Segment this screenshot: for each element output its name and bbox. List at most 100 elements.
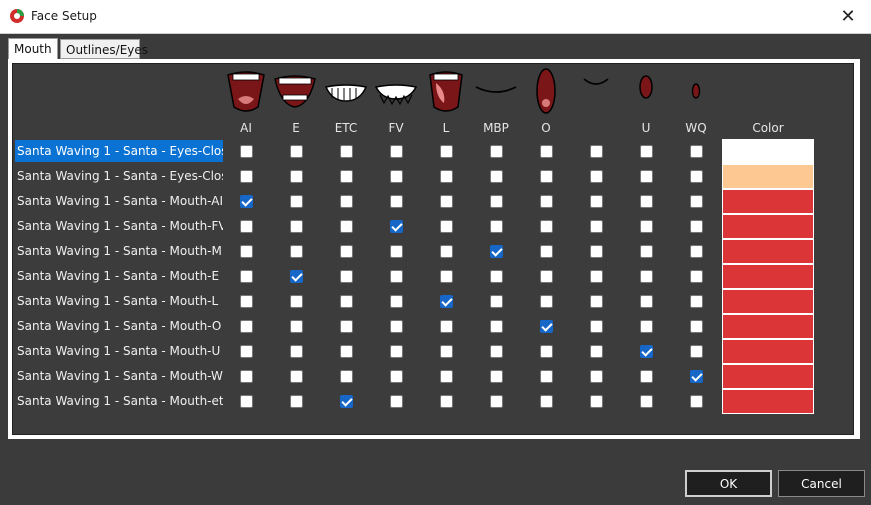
ok-button[interactable]: OK [685, 470, 772, 497]
phoneme-checkbox[interactable] [690, 320, 703, 333]
phoneme-checkbox[interactable] [290, 245, 303, 258]
phoneme-checkbox[interactable] [640, 245, 653, 258]
phoneme-checkbox[interactable] [340, 195, 353, 208]
phoneme-checkbox[interactable] [440, 320, 453, 333]
phoneme-checkbox[interactable] [640, 145, 653, 158]
phoneme-checkbox[interactable] [390, 195, 403, 208]
phoneme-checkbox[interactable] [490, 270, 503, 283]
color-swatch[interactable] [722, 264, 814, 289]
phoneme-checkbox[interactable] [290, 170, 303, 183]
phoneme-checkbox[interactable] [540, 345, 553, 358]
phoneme-checkbox[interactable] [340, 345, 353, 358]
phoneme-checkbox[interactable] [590, 370, 603, 383]
phoneme-checkbox[interactable] [690, 345, 703, 358]
phoneme-checkbox[interactable] [240, 345, 253, 358]
phoneme-checkbox[interactable] [640, 170, 653, 183]
color-swatch[interactable] [722, 289, 814, 314]
phoneme-checkbox[interactable] [390, 395, 403, 408]
phoneme-checkbox[interactable] [440, 270, 453, 283]
phoneme-checkbox[interactable] [290, 145, 303, 158]
color-swatch[interactable] [722, 164, 814, 189]
phoneme-checkbox[interactable] [690, 270, 703, 283]
phoneme-checkbox[interactable] [540, 245, 553, 258]
phoneme-checkbox[interactable] [690, 295, 703, 308]
phoneme-checkbox[interactable] [390, 245, 403, 258]
phoneme-checkbox[interactable] [240, 220, 253, 233]
phoneme-checkbox[interactable] [640, 295, 653, 308]
phoneme-checkbox[interactable] [390, 145, 403, 158]
phoneme-checkbox[interactable] [240, 320, 253, 333]
phoneme-checkbox[interactable] [390, 320, 403, 333]
phoneme-checkbox[interactable] [390, 270, 403, 283]
phoneme-checkbox[interactable] [590, 220, 603, 233]
row-label[interactable]: Santa Waving 1 - Santa - Eyes-Closed [15, 140, 223, 162]
phoneme-checkbox[interactable] [540, 270, 553, 283]
phoneme-checkbox[interactable] [690, 145, 703, 158]
row-label[interactable]: Santa Waving 1 - Santa - Mouth-L [15, 290, 223, 312]
phoneme-checkbox[interactable] [440, 170, 453, 183]
row-label[interactable]: Santa Waving 1 - Santa - Mouth-AI [15, 190, 223, 212]
phoneme-checkbox[interactable] [290, 195, 303, 208]
phoneme-checkbox[interactable] [640, 220, 653, 233]
phoneme-checkbox[interactable] [340, 220, 353, 233]
phoneme-checkbox[interactable] [540, 395, 553, 408]
phoneme-checkbox[interactable] [490, 345, 503, 358]
phoneme-checkbox[interactable] [440, 220, 453, 233]
phoneme-checkbox[interactable] [590, 395, 603, 408]
phoneme-checkbox[interactable] [240, 195, 253, 208]
phoneme-checkbox[interactable] [340, 370, 353, 383]
phoneme-checkbox[interactable] [690, 395, 703, 408]
phoneme-checkbox[interactable] [590, 145, 603, 158]
phoneme-checkbox[interactable] [240, 170, 253, 183]
phoneme-checkbox[interactable] [290, 270, 303, 283]
phoneme-checkbox[interactable] [690, 370, 703, 383]
phoneme-checkbox[interactable] [490, 295, 503, 308]
phoneme-checkbox[interactable] [290, 295, 303, 308]
phoneme-checkbox[interactable] [340, 145, 353, 158]
color-swatch[interactable] [722, 314, 814, 339]
phoneme-checkbox[interactable] [640, 370, 653, 383]
phoneme-checkbox[interactable] [640, 270, 653, 283]
row-label[interactable]: Santa Waving 1 - Santa - Mouth-FV [15, 215, 223, 237]
phoneme-checkbox[interactable] [590, 170, 603, 183]
phoneme-checkbox[interactable] [540, 320, 553, 333]
phoneme-checkbox[interactable] [390, 220, 403, 233]
phoneme-checkbox[interactable] [290, 320, 303, 333]
row-label[interactable]: Santa Waving 1 - Santa - Mouth-MBP [15, 240, 223, 262]
color-swatch[interactable] [722, 214, 814, 239]
color-swatch[interactable] [722, 364, 814, 389]
phoneme-checkbox[interactable] [640, 345, 653, 358]
phoneme-checkbox[interactable] [340, 395, 353, 408]
phoneme-checkbox[interactable] [440, 145, 453, 158]
phoneme-checkbox[interactable] [590, 245, 603, 258]
phoneme-checkbox[interactable] [240, 295, 253, 308]
phoneme-checkbox[interactable] [440, 245, 453, 258]
row-label[interactable]: Santa Waving 1 - Santa - Mouth-WQ [15, 365, 223, 387]
phoneme-checkbox[interactable] [440, 345, 453, 358]
phoneme-checkbox[interactable] [540, 195, 553, 208]
phoneme-checkbox[interactable] [340, 320, 353, 333]
phoneme-checkbox[interactable] [640, 320, 653, 333]
phoneme-checkbox[interactable] [440, 195, 453, 208]
phoneme-checkbox[interactable] [640, 195, 653, 208]
phoneme-checkbox[interactable] [540, 295, 553, 308]
phoneme-checkbox[interactable] [240, 270, 253, 283]
phoneme-checkbox[interactable] [240, 395, 253, 408]
phoneme-checkbox[interactable] [390, 370, 403, 383]
phoneme-checkbox[interactable] [490, 245, 503, 258]
phoneme-checkbox[interactable] [490, 195, 503, 208]
phoneme-checkbox[interactable] [340, 295, 353, 308]
cancel-button[interactable]: Cancel [778, 470, 865, 497]
color-swatch[interactable] [722, 139, 814, 164]
phoneme-checkbox[interactable] [590, 320, 603, 333]
phoneme-checkbox[interactable] [240, 370, 253, 383]
phoneme-checkbox[interactable] [590, 295, 603, 308]
phoneme-checkbox[interactable] [390, 295, 403, 308]
phoneme-checkbox[interactable] [690, 170, 703, 183]
phoneme-checkbox[interactable] [290, 345, 303, 358]
phoneme-checkbox[interactable] [690, 220, 703, 233]
tab-mouth[interactable]: Mouth [8, 38, 58, 60]
phoneme-checkbox[interactable] [690, 195, 703, 208]
row-label[interactable]: Santa Waving 1 - Santa - Mouth-E [15, 265, 223, 287]
phoneme-checkbox[interactable] [640, 395, 653, 408]
